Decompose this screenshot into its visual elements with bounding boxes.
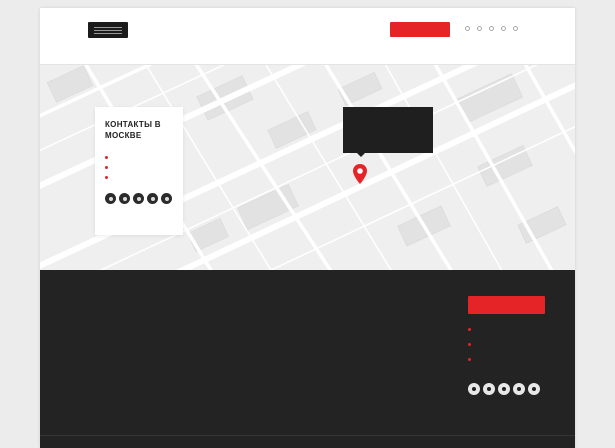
phone-icon (105, 156, 108, 159)
phone-icon (468, 328, 471, 331)
facebook-icon[interactable] (119, 193, 130, 204)
youtube-icon[interactable] (147, 193, 158, 204)
mail-icon (105, 166, 108, 169)
logo-line (94, 27, 122, 28)
contact-email-row[interactable] (105, 165, 173, 169)
compare-icon[interactable] (501, 26, 506, 31)
user-icon[interactable] (477, 26, 482, 31)
facebook-icon[interactable] (483, 383, 495, 395)
logo-line (94, 30, 122, 31)
instagram-icon[interactable] (498, 383, 510, 395)
site-logo[interactable] (88, 22, 128, 38)
telegram-icon[interactable] (528, 383, 540, 395)
footer-cta-button[interactable] (468, 296, 545, 314)
card-social-links (105, 193, 173, 204)
browser-page: КОНТАКТЫ В МОСКВЕ (40, 8, 575, 448)
site-footer (40, 270, 575, 448)
location-icon (468, 358, 471, 361)
footer-email-row[interactable] (468, 343, 475, 346)
contact-card: КОНТАКТЫ В МОСКВЕ (95, 107, 183, 235)
cart-icon[interactable] (513, 26, 518, 31)
location-icon (105, 176, 108, 179)
footer-address-row (468, 358, 475, 361)
mail-icon (468, 343, 471, 346)
footer-social-links (468, 383, 540, 395)
search-icon[interactable] (465, 26, 470, 31)
contact-phone-row[interactable] (105, 155, 173, 159)
header-icons (465, 26, 518, 31)
contact-title: КОНТАКТЫ В МОСКВЕ (105, 120, 161, 140)
vk-icon[interactable] (468, 383, 480, 395)
favorites-icon[interactable] (489, 26, 494, 31)
contact-address-row (105, 175, 173, 179)
footer-phone-row[interactable] (468, 328, 475, 331)
footer-contacts (468, 328, 475, 373)
map-pin-icon[interactable] (353, 164, 367, 184)
footer-divider (40, 435, 575, 436)
vk-icon[interactable] (105, 193, 116, 204)
map-popup (343, 107, 433, 157)
telegram-icon[interactable] (161, 193, 172, 204)
youtube-icon[interactable] (513, 383, 525, 395)
header-cta-button[interactable] (390, 22, 450, 37)
site-header (40, 8, 575, 65)
instagram-icon[interactable] (133, 193, 144, 204)
logo-line (94, 33, 122, 34)
